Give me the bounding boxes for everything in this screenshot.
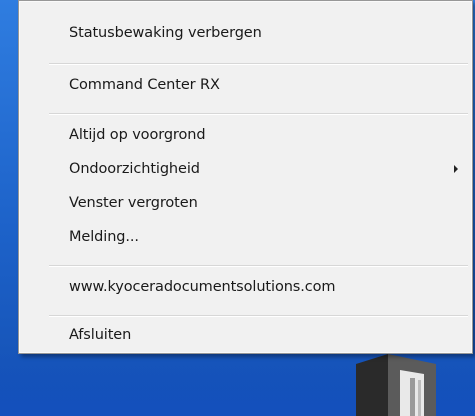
menu-separator (49, 315, 468, 317)
menu-item-maximize-window[interactable]: Venster vergroten (69, 195, 198, 211)
chevron-right-icon (454, 165, 458, 173)
menu-item-exit[interactable]: Afsluiten (69, 327, 131, 343)
printer-icon (356, 354, 436, 416)
menu-item-website-link[interactable]: www.kyoceradocumentsolutions.com (69, 279, 336, 295)
menu-item-opacity[interactable]: Ondoorzichtigheid (69, 161, 200, 177)
menu-item-command-center-rx[interactable]: Command Center RX (69, 77, 220, 93)
menu-separator (49, 113, 468, 115)
menu-item-hide-status-monitor[interactable]: Statusbewaking verbergen (69, 25, 262, 41)
menu-separator (49, 63, 468, 65)
tray-context-menu: Statusbewaking verbergen Command Center … (18, 0, 473, 354)
menu-item-notification[interactable]: Melding... (69, 229, 139, 245)
menu-item-always-on-top[interactable]: Altijd op voorgrond (69, 127, 206, 143)
menu-separator (49, 265, 468, 267)
